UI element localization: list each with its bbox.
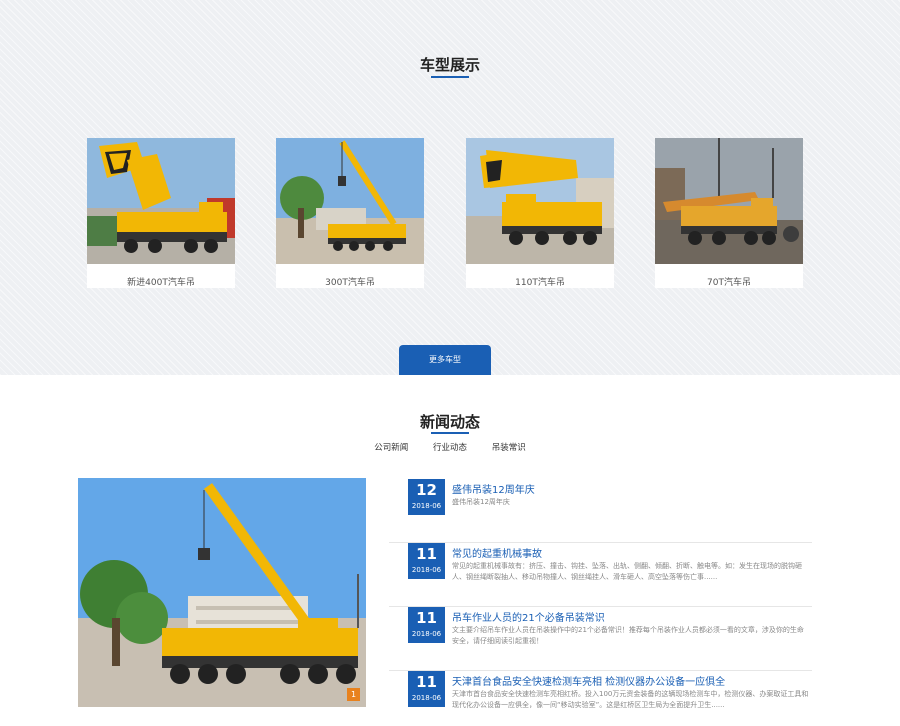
model-card[interactable]: 70T汽车吊 [655, 138, 803, 288]
title-underline [431, 432, 469, 434]
model-card[interactable]: 110T汽车吊 [466, 138, 614, 288]
news-summary: 常见的起重机械事故有：挤压、撞击、钩挂、坠落、出轨、侧翻、倾翻、折断、触电等。如… [452, 562, 802, 581]
news-year-month: 2018-06 [411, 630, 442, 638]
news-day: 11 [416, 545, 437, 563]
news-title-link[interactable]: 常见的起重机械事故 [452, 545, 542, 560]
model-caption[interactable]: 70T汽车吊 [655, 275, 803, 288]
news-summary: 盛伟吊装12周年庆 [452, 498, 510, 506]
tab-company-news[interactable]: 公司新闻 [374, 441, 408, 453]
news-year-month: 2018-06 [411, 694, 442, 702]
news-date-badge: 11 2018-06 [408, 543, 445, 579]
news-item[interactable]: 11 2018-06 吊车作业人员的21个必备吊装常识 文主要介绍吊车作业人员在… [389, 607, 812, 671]
tab-industry-news[interactable]: 行业动态 [433, 441, 467, 453]
news-title-link[interactable]: 天津首台食品安全快速检测车亮相 检测仪器办公设备一应俱全 [452, 673, 725, 688]
crane-photo[interactable] [87, 138, 235, 264]
news-date-badge: 11 2018-06 [408, 671, 445, 707]
tab-hoisting-knowledge[interactable]: 吊装常识 [492, 441, 526, 453]
featured-news-image[interactable]: 1 [78, 478, 366, 707]
more-models-button[interactable]: 更多车型 [399, 345, 491, 375]
slide-number-badge: 1 [347, 688, 360, 701]
news-day: 12 [416, 481, 437, 499]
model-caption[interactable]: 300T汽车吊 [276, 275, 424, 288]
news-date-badge: 11 2018-06 [408, 607, 445, 643]
news-title-link[interactable]: 吊车作业人员的21个必备吊装常识 [452, 609, 605, 624]
title-underline [431, 76, 469, 78]
crane-photo[interactable] [466, 138, 614, 264]
news-date-badge: 12 2018-06 [408, 479, 445, 515]
news-year-month: 2018-06 [411, 502, 442, 510]
news-tabs: 公司新闻 行业动态 吊装常识 [0, 441, 900, 453]
crane-photo[interactable] [276, 138, 424, 264]
model-caption[interactable]: 新进400T汽车吊 [87, 275, 235, 288]
model-card[interactable]: 300T汽车吊 [276, 138, 424, 288]
news-item[interactable]: 11 2018-06 天津首台食品安全快速检测车亮相 检测仪器办公设备一应俱全 … [389, 671, 812, 726]
news-title-link[interactable]: 盛伟吊装12周年庆 [452, 481, 535, 496]
news-item[interactable]: 12 2018-06 盛伟吊装12周年庆 盛伟吊装12周年庆 [389, 479, 812, 543]
model-caption[interactable]: 110T汽车吊 [466, 275, 614, 288]
news-year-month: 2018-06 [411, 566, 442, 574]
crane-photo[interactable] [655, 138, 803, 264]
model-card[interactable]: 新进400T汽车吊 [87, 138, 235, 288]
news-summary: 天津市首台食品安全快速检测车亮相红桥。投入100万元资金装备的这辆现场检测车中，… [452, 690, 809, 709]
models-section: 车型展示 新进400T汽车吊 300T汽车吊 110T汽车吊 70T汽车吊 更多… [0, 0, 900, 375]
news-item[interactable]: 11 2018-06 常见的起重机械事故 常见的起重机械事故有：挤压、撞击、钩挂… [389, 543, 812, 607]
news-summary: 文主要介绍吊车作业人员在吊装操作中的21个必备常识！推荐每个吊装作业人员都必须一… [452, 626, 804, 645]
news-day: 11 [416, 673, 437, 691]
models-section-title: 车型展示 [419, 56, 480, 74]
news-section-title: 新闻动态 [419, 413, 480, 431]
news-day: 11 [416, 609, 437, 627]
